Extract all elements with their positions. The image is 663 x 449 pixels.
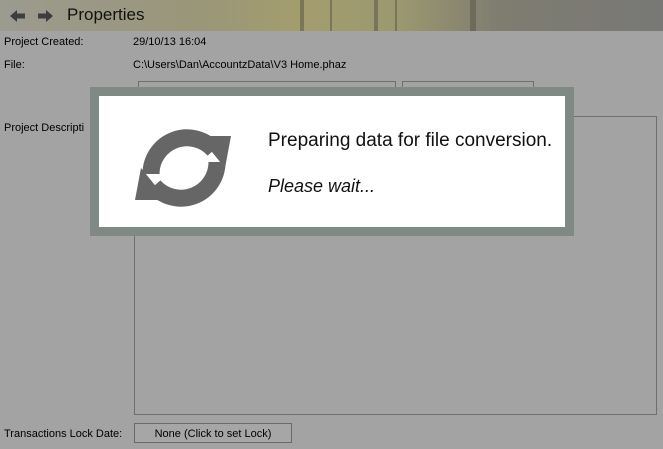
arrow-left-icon[interactable] — [10, 9, 26, 23]
file-path-value: C:\Users\Dan\AccountzData\V3 Home.phaz — [133, 59, 347, 71]
set-lock-button[interactable]: None (Click to set Lock) — [134, 423, 292, 443]
project-created-value: 29/10/13 16:04 — [133, 36, 207, 48]
lock-date-label: Transactions Lock Date: — [4, 428, 123, 440]
refresh-icon — [135, 129, 231, 207]
header-decoration — [470, 0, 476, 31]
file-label: File: — [4, 59, 25, 71]
progress-message: Preparing data for file conversion. — [268, 130, 553, 151]
header-decoration — [300, 0, 304, 31]
header-decoration — [374, 0, 378, 31]
header-decoration — [395, 0, 397, 31]
project-description-label: Project Descripti — [4, 122, 85, 134]
progress-submessage: Please wait... — [268, 176, 376, 196]
header-bar: Properties — [0, 0, 663, 31]
arrow-right-icon[interactable] — [37, 9, 53, 23]
progress-dialog: Preparing data for file conversion. Plea… — [90, 87, 574, 236]
page-title: Properties — [67, 5, 145, 24]
project-created-label: Project Created: — [4, 36, 84, 48]
progress-dialog-body: Preparing data for file conversion. Plea… — [99, 96, 565, 227]
header-decoration — [330, 0, 332, 31]
